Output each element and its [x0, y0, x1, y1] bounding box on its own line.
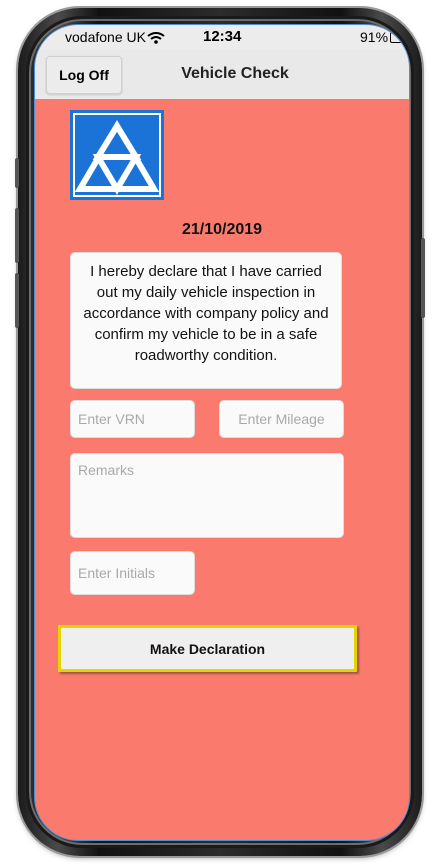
mileage-input[interactable]: [219, 400, 344, 438]
screenshot-stage: vodafone UK 12:34 91% Log Off Vehicle Ch…: [0, 0, 434, 867]
volume-down-button: [15, 273, 19, 328]
status-bar: vodafone UK 12:34 91%: [35, 25, 409, 49]
mute-switch: [15, 158, 19, 188]
app-screen: vodafone UK 12:34 91% Log Off Vehicle Ch…: [34, 24, 410, 841]
status-time: 12:34: [203, 28, 242, 45]
volume-up-button: [15, 208, 19, 263]
make-declaration-button[interactable]: Make Declaration: [58, 625, 357, 672]
carrier-name: vodafone UK: [65, 29, 146, 45]
log-off-button[interactable]: Log Off: [46, 56, 122, 94]
vrn-input[interactable]: [70, 400, 195, 438]
wifi-icon: [147, 31, 165, 44]
declaration-text: I hereby declare that I have carried out…: [70, 252, 342, 389]
page-title: Vehicle Check: [181, 65, 289, 82]
nav-bar: Log Off Vehicle Check: [35, 49, 409, 99]
battery-percentage: 91%: [360, 29, 389, 45]
initials-input[interactable]: [70, 551, 195, 595]
remarks-field[interactable]: [70, 453, 344, 538]
declaration-date: 21/10/2019: [181, 221, 263, 238]
mot-logo-icon: [70, 110, 164, 200]
battery-icon: [390, 32, 406, 43]
power-button: [421, 238, 425, 318]
